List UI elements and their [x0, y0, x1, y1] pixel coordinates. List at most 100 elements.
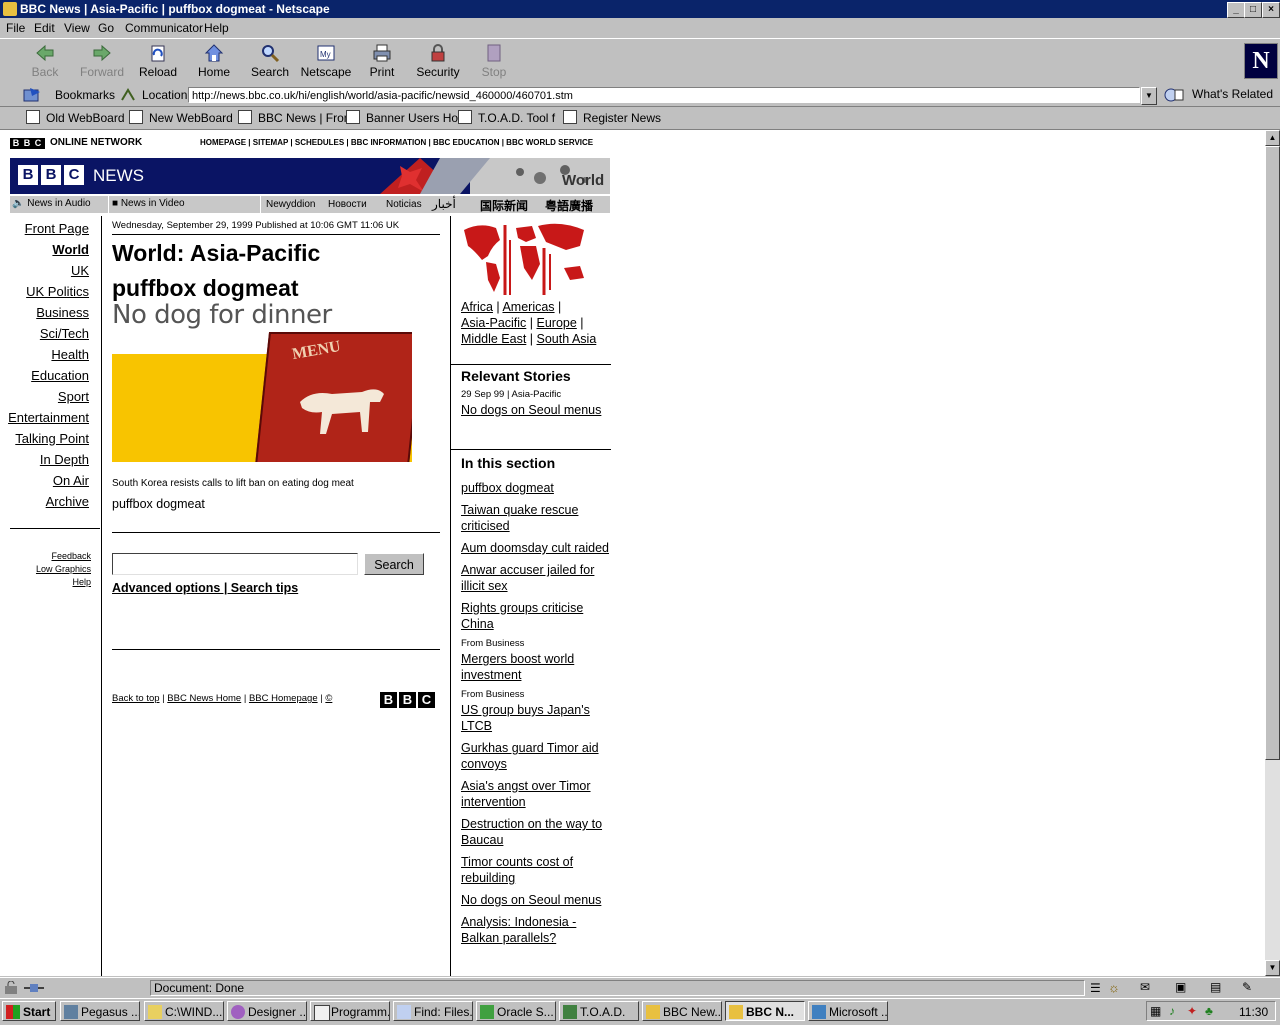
- tray-app-icon[interactable]: ♣: [1205, 1004, 1213, 1018]
- nav-world[interactable]: World: [6, 239, 89, 260]
- home-button[interactable]: Home: [187, 43, 241, 83]
- bbc-homepage-link[interactable]: BBC Homepage: [249, 693, 318, 704]
- back-button[interactable]: Back: [18, 43, 72, 83]
- personal-item[interactable]: Banner Users Ho: [346, 110, 458, 125]
- scroll-thumb[interactable]: [1265, 146, 1280, 760]
- menu-communicator[interactable]: Communicator: [125, 21, 203, 35]
- bbc-news-home-link[interactable]: BBC News Home: [167, 693, 241, 704]
- minimize-button[interactable]: _: [1227, 2, 1245, 18]
- newsgroups-icon[interactable]: ▣: [1175, 980, 1186, 994]
- section-story-link[interactable]: Analysis: Indonesia - Balkan parallels?: [461, 914, 611, 946]
- top-links[interactable]: HOMEPAGE | SITEMAP | SCHEDULES | BBC INF…: [200, 138, 593, 147]
- section-story-link[interactable]: Mergers boost world investment: [461, 651, 611, 683]
- my-netscape-button[interactable]: My Netscape: [299, 43, 353, 83]
- region-asia-pacific[interactable]: Asia-Pacific: [461, 316, 526, 330]
- nav-entertainment[interactable]: Entertainment: [6, 407, 89, 428]
- search-button[interactable]: Search: [243, 43, 297, 83]
- menu-go[interactable]: Go: [98, 21, 114, 35]
- section-story-link[interactable]: Anwar accuser jailed for illicit sex: [461, 562, 611, 594]
- chinese-link[interactable]: 国际新闻: [480, 197, 528, 214]
- print-button[interactable]: Print: [355, 43, 409, 83]
- low-graphics-link[interactable]: Low Graphics: [10, 563, 91, 576]
- reload-button[interactable]: Reload: [131, 43, 185, 83]
- section-story-link[interactable]: Gurkhas guard Timor aid convoys: [461, 740, 611, 772]
- section-story-link[interactable]: No dogs on Seoul menus: [461, 892, 611, 908]
- forward-button[interactable]: Forward: [75, 43, 129, 83]
- section-story-link[interactable]: Taiwan quake rescue criticised: [461, 502, 611, 534]
- arabic-link[interactable]: أخبار: [432, 197, 456, 211]
- nav-front-page[interactable]: Front Page: [6, 218, 89, 239]
- section-story-link[interactable]: Timor counts cost of rebuilding: [461, 854, 611, 886]
- bbc-footer-logo[interactable]: B B C: [380, 692, 435, 708]
- help-link[interactable]: Help: [10, 576, 91, 589]
- bookmarks-button[interactable]: Bookmarks: [55, 88, 115, 102]
- advanced-options-link[interactable]: Advanced options | Search tips: [112, 581, 298, 595]
- task-bbc-news-1[interactable]: BBC New...: [642, 1001, 722, 1021]
- nav-in-depth[interactable]: In Depth: [6, 449, 89, 470]
- clock[interactable]: 11:30: [1239, 1005, 1268, 1019]
- section-story-link[interactable]: puffbox dogmeat: [461, 480, 611, 496]
- task-find-files[interactable]: Find: Files...: [393, 1001, 473, 1021]
- task-pegasus[interactable]: Pegasus ...: [60, 1001, 140, 1021]
- section-story-link[interactable]: Destruction on the way to Baucau: [461, 816, 611, 848]
- nav-talking-point[interactable]: Talking Point: [6, 428, 89, 449]
- region-europe[interactable]: Europe: [537, 316, 577, 330]
- nav-on-air[interactable]: On Air: [6, 470, 89, 491]
- nav-uk[interactable]: UK: [6, 260, 89, 281]
- security-button[interactable]: Security: [411, 43, 465, 83]
- section-story-link[interactable]: Aum doomsday cult raided: [461, 540, 611, 556]
- scroll-up-arrow[interactable]: ▲: [1265, 130, 1280, 146]
- search-input[interactable]: [112, 553, 358, 575]
- task-oracle[interactable]: Oracle S...: [476, 1001, 556, 1021]
- online-status-icon[interactable]: [22, 981, 46, 995]
- security-status-icon[interactable]: [3, 981, 19, 995]
- personal-item[interactable]: BBC News | Fron: [238, 110, 350, 125]
- region-south-asia[interactable]: South Asia: [537, 332, 597, 346]
- stop-button[interactable]: Stop: [467, 43, 521, 83]
- mail-icon[interactable]: ✉: [1140, 980, 1150, 994]
- world-map-graphic[interactable]: [460, 220, 590, 295]
- section-story-link[interactable]: US group buys Japan's LTCB: [461, 702, 611, 734]
- nav-sci-tech[interactable]: Sci/Tech: [6, 323, 89, 344]
- nav-education[interactable]: Education: [6, 365, 89, 386]
- personal-item[interactable]: T.O.A.D. Tool f: [458, 110, 555, 125]
- region-americas[interactable]: Americas: [502, 300, 554, 314]
- task-programm[interactable]: Programm...: [310, 1001, 390, 1021]
- task-microsoft[interactable]: Microsoft ...: [808, 1001, 888, 1021]
- feedback-link[interactable]: Feedback: [10, 550, 91, 563]
- back-to-top-link[interactable]: Back to top: [112, 693, 160, 704]
- navigator-icon[interactable]: ☼: [1108, 980, 1120, 995]
- close-button[interactable]: ×: [1262, 2, 1280, 18]
- bbc-mini-logo[interactable]: B B C: [10, 138, 45, 149]
- nav-uk-politics[interactable]: UK Politics: [6, 281, 89, 302]
- task-toad[interactable]: T.O.A.D.: [559, 1001, 639, 1021]
- nav-archive[interactable]: Archive: [6, 491, 89, 512]
- url-field[interactable]: http://news.bbc.co.uk/hi/english/world/a…: [188, 87, 1140, 103]
- welsh-link[interactable]: Newyddion: [266, 199, 315, 210]
- vertical-scrollbar[interactable]: ▲ ▼: [1265, 130, 1280, 976]
- cantonese-link[interactable]: 粤語廣播: [545, 197, 593, 214]
- personal-item[interactable]: Old WebBoard: [26, 110, 125, 125]
- section-story-link[interactable]: Asia's angst over Timor intervention: [461, 778, 611, 810]
- netscape-logo[interactable]: N: [1244, 43, 1278, 79]
- personal-item[interactable]: New WebBoard: [129, 110, 233, 125]
- tray-volume-icon[interactable]: ♪: [1169, 1004, 1175, 1018]
- scroll-down-arrow[interactable]: ▼: [1265, 960, 1280, 976]
- bbc-news-banner[interactable]: B B C NEWS World: [10, 158, 610, 194]
- task-explorer[interactable]: C:\WIND...: [144, 1001, 224, 1021]
- task-bbc-news-2[interactable]: BBC N...: [725, 1001, 805, 1021]
- spanish-link[interactable]: Noticias: [386, 199, 422, 210]
- page-proxy-icon[interactable]: [120, 88, 136, 102]
- maximize-button[interactable]: □: [1244, 2, 1262, 18]
- menu-edit[interactable]: Edit: [34, 21, 55, 35]
- relevant-story-link[interactable]: No dogs on Seoul menus: [461, 403, 601, 417]
- task-designer[interactable]: Designer ...: [227, 1001, 307, 1021]
- section-story-link[interactable]: Rights groups criticise China: [461, 600, 611, 632]
- search-submit-button[interactable]: Search: [364, 553, 424, 575]
- personal-item[interactable]: Register News: [563, 110, 661, 125]
- whats-related-button[interactable]: What's Related: [1192, 87, 1273, 101]
- copyright-link[interactable]: ©: [325, 693, 332, 704]
- region-middle-east[interactable]: Middle East: [461, 332, 526, 346]
- component-bar-icon[interactable]: ☰: [1090, 981, 1101, 995]
- region-africa[interactable]: Africa: [461, 300, 493, 314]
